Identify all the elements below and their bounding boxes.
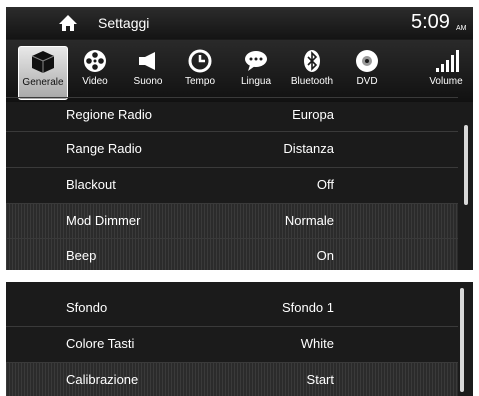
setting-value: Off <box>316 177 334 192</box>
setting-label: Range Radio <box>66 141 142 156</box>
tab-label: Suono <box>133 76 163 87</box>
setting-row-beep[interactable]: Beep On <box>6 238 458 270</box>
clock-ampm: AM <box>456 25 467 32</box>
tab-label: Volume <box>429 76 463 87</box>
setting-label: Sfondo <box>66 300 108 315</box>
setting-row-range-radio[interactable]: Range Radio Distanza <box>6 131 458 166</box>
settings-panel-continued: Sfondo Sfondo 1 Colore Tasti White Calib… <box>6 282 473 396</box>
settings-tab-bar: Generale Video Suono Tempo Lingua Blueto… <box>6 40 473 102</box>
status-bar: Settaggi 5:09 AM <box>6 7 473 39</box>
tab-generale[interactable]: Generale <box>18 46 68 100</box>
tab-label: Video <box>82 76 108 87</box>
tab-label: Bluetooth <box>290 76 334 87</box>
setting-label: Beep <box>66 248 97 263</box>
scrollbar[interactable] <box>460 288 464 392</box>
tab-bluetooth[interactable]: Bluetooth <box>288 46 336 98</box>
speech-bubble-icon <box>245 51 267 71</box>
setting-row-sfondo[interactable]: Sfondo Sfondo 1 <box>6 291 458 325</box>
bluetooth-icon <box>304 50 320 72</box>
tab-label: Tempo <box>184 76 215 87</box>
tab-label: DVD <box>356 76 378 87</box>
home-icon[interactable] <box>58 13 78 33</box>
setting-row-mod-dimmer[interactable]: Mod Dimmer Normale <box>6 203 458 238</box>
setting-label: Blackout <box>66 177 116 192</box>
setting-row-calibrazione[interactable]: Calibrazione Start <box>6 362 458 396</box>
tab-label: Lingua <box>240 76 272 87</box>
screen-title: Settaggi <box>98 15 150 31</box>
disc-icon <box>356 50 378 72</box>
setting-value: White <box>300 336 334 351</box>
setting-row-blackout[interactable]: Blackout Off <box>6 167 458 202</box>
clock-time: 5:09 <box>411 11 450 33</box>
setting-value: Sfondo 1 <box>281 300 334 315</box>
speaker-icon <box>139 52 155 70</box>
cube-icon <box>31 51 55 73</box>
setting-label: Calibrazione <box>66 372 139 387</box>
tab-tempo[interactable]: Tempo <box>176 46 224 98</box>
setting-value: Normale <box>284 213 334 228</box>
setting-value: Start <box>306 372 334 387</box>
setting-value: On <box>316 248 334 263</box>
tab-video[interactable]: Video <box>71 46 119 98</box>
setting-value: Europa <box>292 107 334 122</box>
tab-lingua[interactable]: Lingua <box>232 46 280 98</box>
setting-row-colore-tasti[interactable]: Colore Tasti White <box>6 326 458 361</box>
tab-dvd[interactable]: DVD <box>343 46 391 98</box>
clock-icon <box>188 49 212 73</box>
setting-label: Regione Radio <box>66 107 153 122</box>
volume-bars-icon <box>436 50 459 72</box>
film-reel-icon <box>84 50 106 72</box>
tab-volume[interactable]: Volume <box>422 46 470 98</box>
setting-label: Colore Tasti <box>66 336 135 351</box>
setting-label: Mod Dimmer <box>66 213 141 228</box>
setting-row-regione-radio[interactable]: Regione Radio Europa <box>6 97 458 132</box>
tab-label: Generale <box>22 77 64 88</box>
setting-value: Distanza <box>283 141 334 156</box>
tab-suono[interactable]: Suono <box>124 46 172 98</box>
settings-panel-main: Settaggi 5:09 AM Generale Video Suono Te… <box>6 7 473 270</box>
scrollbar[interactable] <box>464 125 468 205</box>
